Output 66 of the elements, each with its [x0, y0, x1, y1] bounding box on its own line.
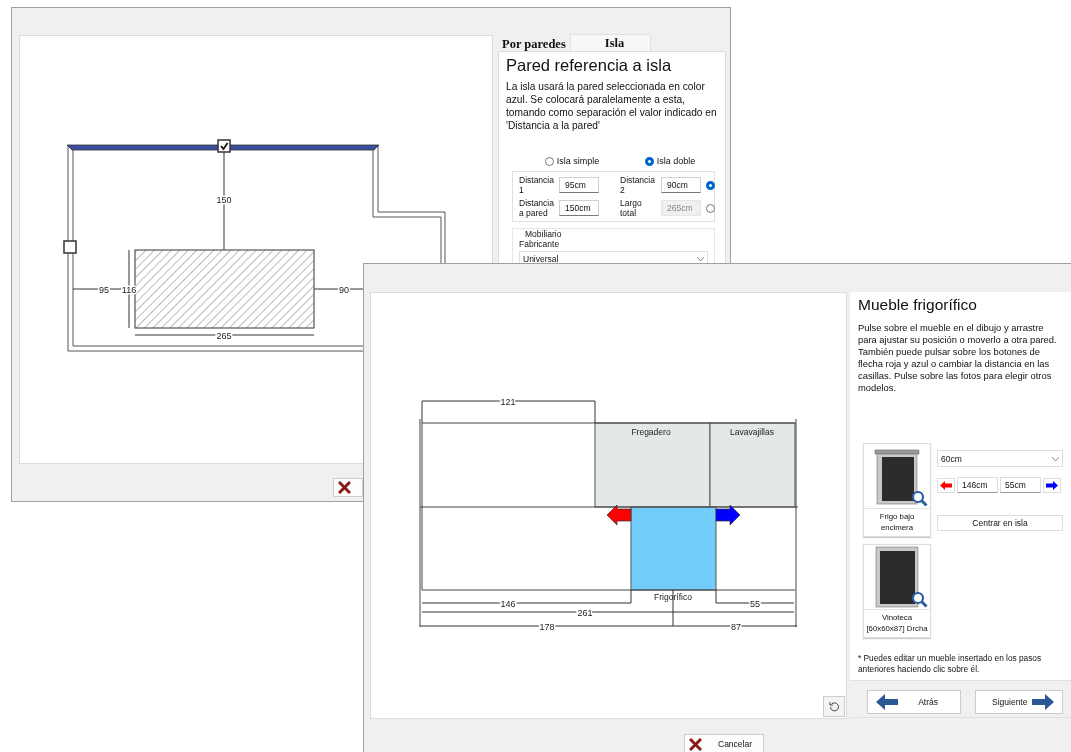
cancel-button[interactable]: Cancelar: [684, 734, 764, 752]
description-text: La isla usará la pared seleccionada en color azul. Se colocará paralelamente a esta, tomando como separación el valor indicado en 'Distancia a la pared': [506, 80, 718, 132]
tab[interactable]: Por paredes: [498, 36, 570, 51]
size-dropdown[interactable]: 60cm: [937, 450, 1063, 467]
note-text: * Puedes editar un mueble insertado en los pasos anteriores haciendo clic sobre él.: [858, 653, 1043, 675]
dimension-label: 95: [99, 284, 109, 295]
move-right-button[interactable]: [1043, 477, 1061, 493]
dimension-label: 178: [539, 621, 555, 632]
module-label: Lavavajillas: [730, 427, 774, 437]
field-label: Fabricante: [519, 239, 561, 249]
dimension-label: 150: [216, 194, 232, 205]
cancel-button[interactable]: [333, 478, 363, 497]
dimension-label: 116: [121, 284, 137, 295]
left-arrow-icon: [940, 480, 952, 490]
left-arrow-icon: [876, 694, 898, 710]
fridge-drawing: [874, 446, 920, 506]
dimension-label: 87: [731, 621, 741, 632]
right-arrow-icon[interactable]: [715, 504, 741, 526]
island-type-radio[interactable]: [644, 156, 654, 166]
wall-checkbox[interactable]: [217, 139, 231, 153]
distance-field[interactable]: 95cm: [559, 177, 599, 193]
group-legend: Mobiliario: [523, 229, 564, 239]
back-button[interactable]: Atrás: [867, 690, 961, 714]
search-icon[interactable]: [911, 591, 928, 608]
reference-radio[interactable]: [706, 180, 715, 190]
module-label: Fregadero: [631, 427, 671, 437]
cabinet-module[interactable]: [594, 422, 711, 508]
wine-cooler-drawing: [874, 546, 920, 608]
cancel-icon: [338, 481, 351, 494]
distance-field[interactable]: 146cm: [957, 477, 998, 493]
chevron-icon: [1052, 456, 1059, 461]
field-label: Distancia 1: [519, 175, 555, 195]
dimension-label: 261: [577, 607, 593, 618]
dimension-label: 265: [216, 330, 232, 341]
right-arrow-icon: [1032, 694, 1054, 710]
description-text: Pulse sobre el mueble en el dibujo y arrastre para ajustar su posición o moverlo a otra pared. También puede pulsar sobre los botones de flecha roja y azul o cambiar la distancia en las casillas. Pulse sobre las fotos para elegir otros modelos.: [858, 322, 1058, 394]
reference-radio[interactable]: [706, 203, 715, 213]
dimension-label: 55: [750, 598, 760, 609]
field-label: Distancia a pared: [519, 198, 555, 218]
panel-heading: Mueble frigorífico: [858, 296, 978, 314]
module-label: Frigorífico: [654, 592, 692, 602]
field-label: Distancia 2: [620, 175, 656, 195]
cancel-icon: [689, 737, 702, 751]
panel-heading: Pared referencia a isla: [506, 56, 673, 75]
dimension-label: 121: [500, 396, 516, 407]
search-icon[interactable]: [911, 490, 928, 507]
distance-field[interactable]: 150cm: [559, 200, 599, 216]
dimension-label: 146: [500, 598, 516, 609]
rotate-icon: [828, 701, 840, 712]
field-label: Largo total: [620, 198, 643, 218]
right-arrow-icon: [1046, 480, 1058, 490]
move-left-button[interactable]: [937, 477, 955, 493]
reset-button[interactable]: [823, 696, 845, 717]
left-arrow-icon[interactable]: [606, 504, 632, 526]
next-button[interactable]: Siguiente: [975, 690, 1063, 714]
distance-field[interactable]: 55cm: [1000, 477, 1041, 493]
center-button[interactable]: Centrar en isla: [937, 515, 1063, 531]
wall-checkbox[interactable]: [63, 240, 77, 254]
tab[interactable]: Isla: [569, 34, 652, 51]
cabinet-module[interactable]: [709, 422, 796, 508]
chevron-icon: [697, 256, 704, 261]
island-type-radio[interactable]: [544, 156, 554, 166]
dimension-label: 90: [339, 284, 349, 295]
radio-label: Isla doble: [656, 156, 696, 166]
distance-field[interactable]: 90cm: [661, 177, 701, 193]
radio-label: Isla simple: [556, 156, 600, 166]
